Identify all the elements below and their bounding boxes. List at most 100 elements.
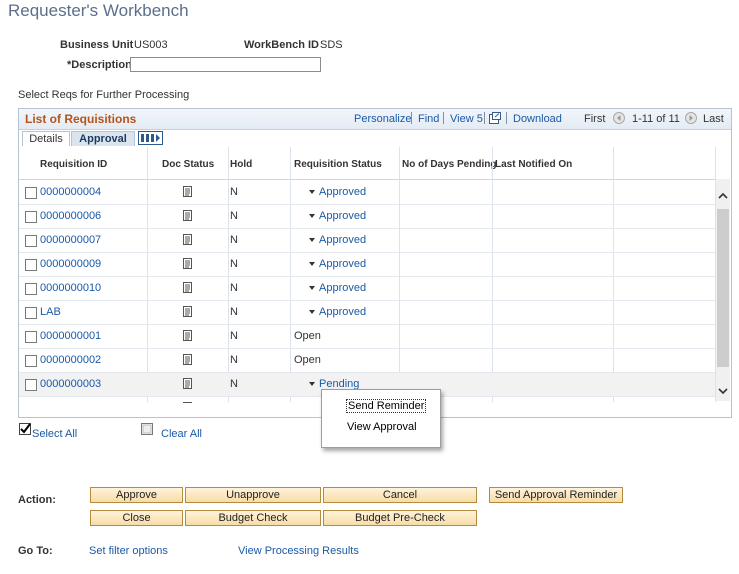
row-checkbox[interactable] (25, 307, 37, 319)
requisition-id-link[interactable]: 0000000003 (40, 378, 101, 390)
scrollbar-thumb[interactable] (717, 209, 729, 367)
view-processing-results-link[interactable]: View Processing Results (238, 545, 359, 557)
status-value: Approved (319, 306, 367, 318)
scroll-up-icon[interactable] (718, 192, 728, 200)
table-row: 0000000007 N Approved (19, 229, 715, 253)
hold-value: N (230, 330, 238, 342)
business-unit-label: Business Unit (60, 39, 134, 51)
table-row: 0000000001 N Open (19, 325, 715, 349)
last-label[interactable]: Last (703, 113, 724, 125)
dropdown-triangle-icon (309, 214, 315, 219)
clear-all-checkbox[interactable] (141, 423, 153, 438)
document-icon[interactable] (183, 354, 192, 365)
tab-details[interactable]: Details (22, 131, 70, 146)
close-button[interactable]: Close (90, 510, 183, 526)
new-window-icon[interactable] (489, 112, 501, 127)
hold-value: N (230, 306, 238, 318)
requisition-id-link[interactable]: 0000000005 (40, 402, 101, 403)
status-dropdown[interactable]: Approved (309, 186, 366, 198)
status-dropdown[interactable]: Approved (309, 234, 366, 246)
document-icon[interactable] (183, 330, 192, 341)
status-value: Open (294, 354, 321, 366)
status-dropdown[interactable]: Approved (309, 282, 366, 294)
row-checkbox[interactable] (25, 283, 37, 295)
col-days-pending[interactable]: No of Days Pending (402, 159, 496, 170)
col-requisition-id[interactable]: Requisition ID (40, 159, 107, 170)
personalize-link[interactable]: Personalize (354, 113, 411, 125)
row-checkbox[interactable] (25, 211, 37, 223)
document-icon[interactable] (183, 378, 192, 389)
document-icon[interactable] (183, 402, 192, 403)
menu-item-view-approval[interactable]: View Approval (322, 418, 440, 436)
budget-check-button[interactable]: Budget Check (185, 510, 321, 526)
table-row: 0000000004 N Approved (19, 181, 715, 205)
approve-button[interactable]: Approve (90, 487, 183, 503)
unchecked-checkbox-icon (141, 423, 153, 435)
first-label[interactable]: First (584, 113, 605, 125)
requisition-id-link[interactable]: 0000000004 (40, 186, 101, 198)
download-link[interactable]: Download (513, 113, 562, 125)
status-dropdown[interactable]: Approved (309, 258, 366, 270)
document-icon[interactable] (183, 186, 192, 197)
table-row: 0000000002 N Open (19, 349, 715, 373)
requisition-id-link[interactable]: 0000000001 (40, 330, 101, 342)
description-label: *Description (67, 59, 132, 71)
select-all-checkbox[interactable] (19, 423, 31, 438)
document-icon[interactable] (183, 306, 192, 317)
grid-tabs: Details Approval (19, 130, 731, 146)
document-icon[interactable] (183, 258, 192, 269)
view-5-link[interactable]: View 5 (450, 113, 483, 125)
set-filter-options-link[interactable]: Set filter options (89, 545, 168, 557)
select-all-link[interactable]: Select All (32, 428, 77, 440)
vertical-scrollbar[interactable] (716, 179, 730, 401)
document-icon[interactable] (183, 282, 192, 293)
hold-value: N (230, 258, 238, 270)
status-value: Approved (319, 210, 367, 222)
scroll-down-icon[interactable] (718, 387, 728, 395)
nav-separator (411, 112, 412, 124)
menu-item-label: View Approval (347, 421, 417, 433)
unapprove-button[interactable]: Unapprove (185, 487, 321, 503)
hold-value: N (230, 234, 238, 246)
dropdown-triangle-icon (309, 262, 315, 267)
document-icon[interactable] (183, 234, 192, 245)
description-input[interactable] (130, 57, 321, 72)
next-arrow-icon[interactable] (685, 112, 697, 127)
budget-precheck-button[interactable]: Budget Pre-Check (323, 510, 477, 526)
col-doc-status[interactable]: Doc Status (162, 159, 214, 170)
hold-value: N (230, 354, 238, 366)
document-icon[interactable] (183, 210, 192, 221)
previous-arrow-icon[interactable] (613, 112, 625, 127)
dropdown-triangle-icon (309, 382, 315, 387)
status-dropdown[interactable]: Approved (309, 306, 366, 318)
show-all-columns-icon[interactable] (138, 131, 163, 148)
row-checkbox[interactable] (25, 259, 37, 271)
hold-value: N (230, 282, 238, 294)
row-checkbox[interactable] (25, 355, 37, 367)
row-checkbox[interactable] (25, 187, 37, 199)
row-checkbox[interactable] (25, 331, 37, 343)
col-hold[interactable]: Hold (230, 159, 252, 170)
table-row: 0000000006 N Approved (19, 205, 715, 229)
menu-item-send-reminder[interactable]: Send Reminder (322, 397, 440, 415)
col-last-notified[interactable]: Last Notified On (495, 159, 572, 170)
col-requisition-status[interactable]: Requisition Status (294, 159, 382, 170)
grid-body: 0000000004 N Approved 0000000006 N Appro… (19, 181, 715, 403)
status-dropdown[interactable]: Approved (309, 210, 366, 222)
find-link[interactable]: Find (418, 113, 439, 125)
send-approval-reminder-button[interactable]: Send Approval Reminder (489, 487, 623, 503)
requisition-id-link[interactable]: LAB (40, 306, 61, 318)
dropdown-triangle-icon (309, 238, 315, 243)
row-checkbox[interactable] (25, 379, 37, 391)
goto-label: Go To: (18, 545, 53, 557)
requisition-id-link[interactable]: 0000000006 (40, 210, 101, 222)
tab-approval[interactable]: Approval (71, 131, 135, 146)
requisition-id-link[interactable]: 0000000010 (40, 282, 101, 294)
nav-separator (443, 112, 444, 124)
requisition-id-link[interactable]: 0000000002 (40, 354, 101, 366)
requisition-id-link[interactable]: 0000000009 (40, 258, 101, 270)
row-checkbox[interactable] (25, 235, 37, 247)
clear-all-link[interactable]: Clear All (161, 428, 202, 440)
cancel-button[interactable]: Cancel (323, 487, 477, 503)
requisition-id-link[interactable]: 0000000007 (40, 234, 101, 246)
